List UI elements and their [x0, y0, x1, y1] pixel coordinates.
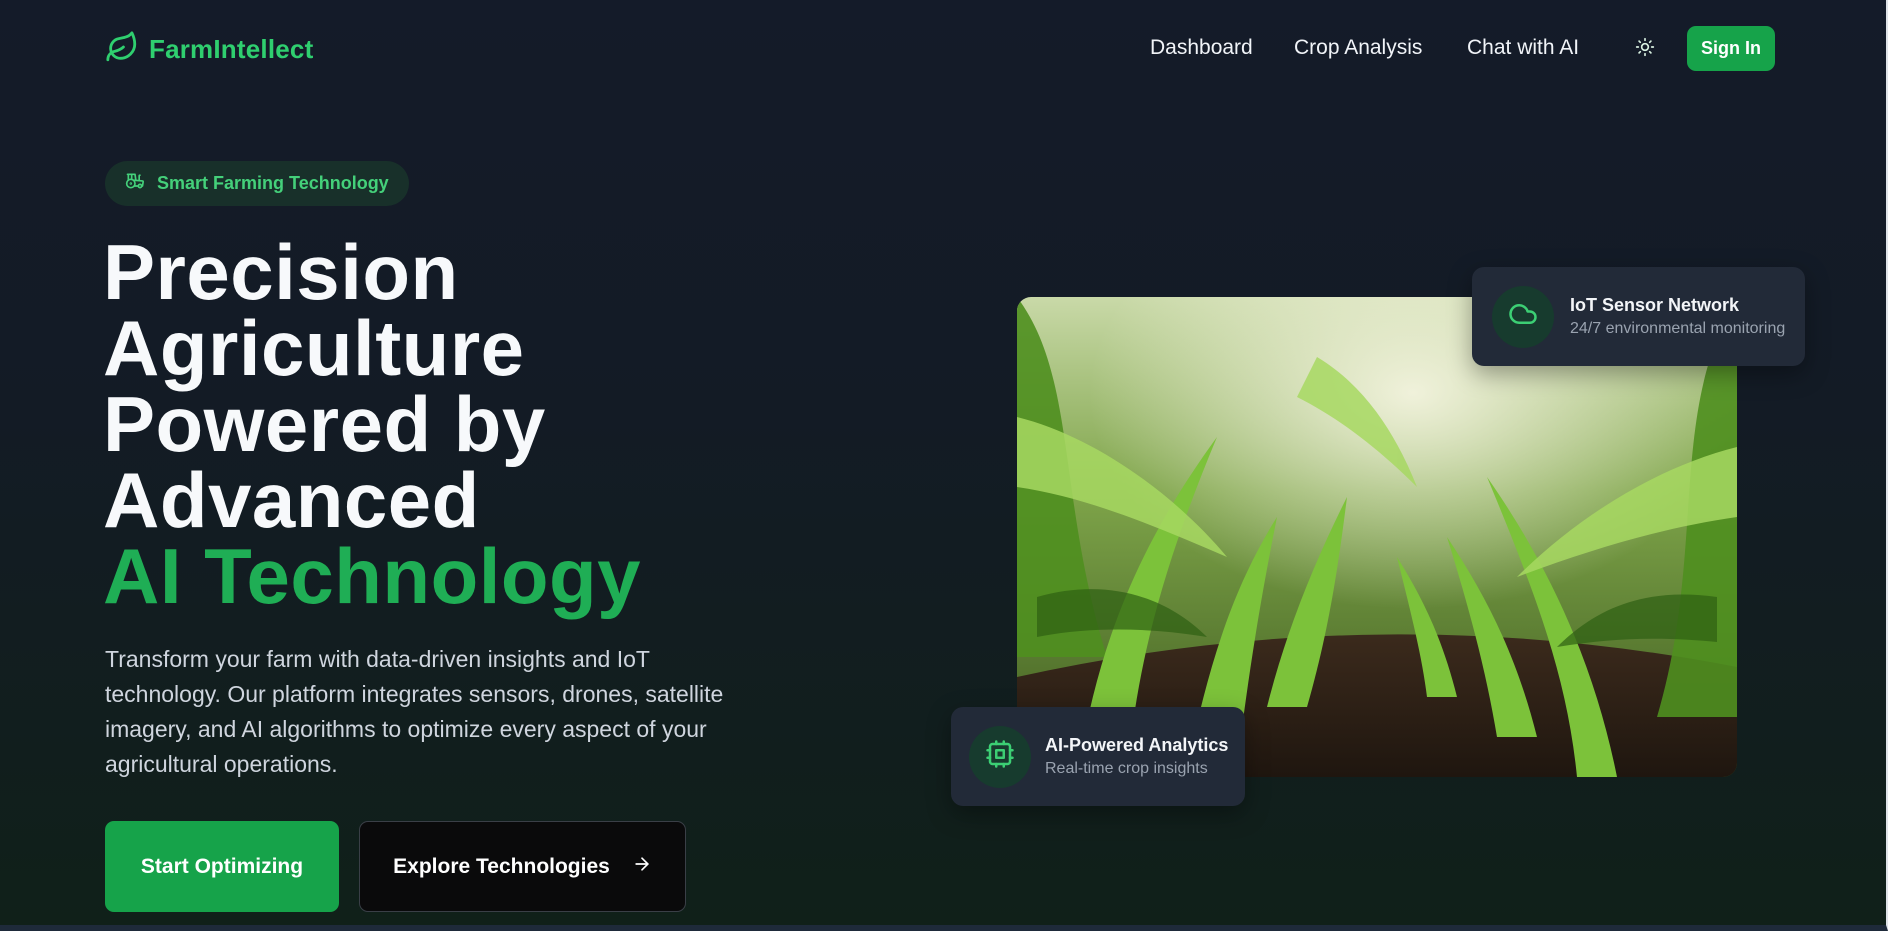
ai-card-text: AI-Powered Analytics Real-time crop insi…: [1045, 735, 1228, 778]
brand-name: FarmIntellect: [149, 34, 314, 64]
arrow-right-icon: [632, 854, 652, 880]
ai-card-title: AI-Powered Analytics: [1045, 735, 1229, 755]
hero-title-line-1: Precision: [103, 228, 459, 316]
ai-card-icon-wrap: [969, 725, 1031, 788]
cpu-icon: [985, 739, 1015, 774]
hero-description: Transform your farm with data-driven ins…: [105, 646, 724, 777]
tractor-icon: [125, 171, 145, 196]
nav-link-dashboard[interactable]: Dashboard: [1150, 36, 1253, 60]
ai-analytics-card: AI-Powered Analytics Real-time crop insi…: [951, 707, 1245, 806]
hero-badge-label: Smart Farming Technology: [157, 173, 389, 193]
iot-card-icon-wrap: [1492, 285, 1554, 348]
page: FarmIntellect Dashboard Crop Analysis Ch…: [0, 0, 1888, 926]
nav-link-crop-analysis[interactable]: Crop Analysis: [1294, 36, 1422, 60]
hero-title-line-2: Agriculture: [103, 304, 525, 392]
explore-technologies-button[interactable]: Explore Technologies: [359, 821, 686, 912]
explore-technologies-label: Explore Technologies: [393, 854, 610, 878]
iot-card-subtitle: 24/7 environmental monitoring: [1570, 320, 1786, 337]
hero-title-line-3: Powered by: [103, 380, 546, 468]
nav-link-chat-with-ai[interactable]: Chat with AI: [1467, 36, 1579, 60]
iot-sensor-card: IoT Sensor Network 24/7 environmental mo…: [1472, 267, 1805, 366]
hero-title-line-4: Advanced: [103, 456, 480, 544]
cloud-icon: [1508, 299, 1538, 334]
brand-logo[interactable]: FarmIntellect: [105, 30, 313, 69]
top-nav: FarmIntellect Dashboard Crop Analysis Ch…: [0, 0, 1888, 98]
sun-icon: [1635, 37, 1655, 62]
hero-title-accent: AI Technology: [103, 532, 642, 620]
sign-in-button[interactable]: Sign In: [1687, 26, 1775, 71]
start-optimizing-button[interactable]: Start Optimizing: [105, 821, 339, 912]
hero-title: Precision Agriculture Powered by Advance…: [103, 228, 823, 620]
leaf-icon: [105, 30, 139, 69]
iot-card-text: IoT Sensor Network 24/7 environmental mo…: [1570, 295, 1785, 338]
theme-toggle-button[interactable]: [1630, 34, 1660, 64]
ai-card-subtitle: Real-time crop insights: [1045, 760, 1208, 777]
corn-field-image: [1017, 297, 1737, 777]
hero-badge: Smart Farming Technology: [105, 161, 409, 206]
iot-card-title: IoT Sensor Network: [1570, 295, 1740, 315]
